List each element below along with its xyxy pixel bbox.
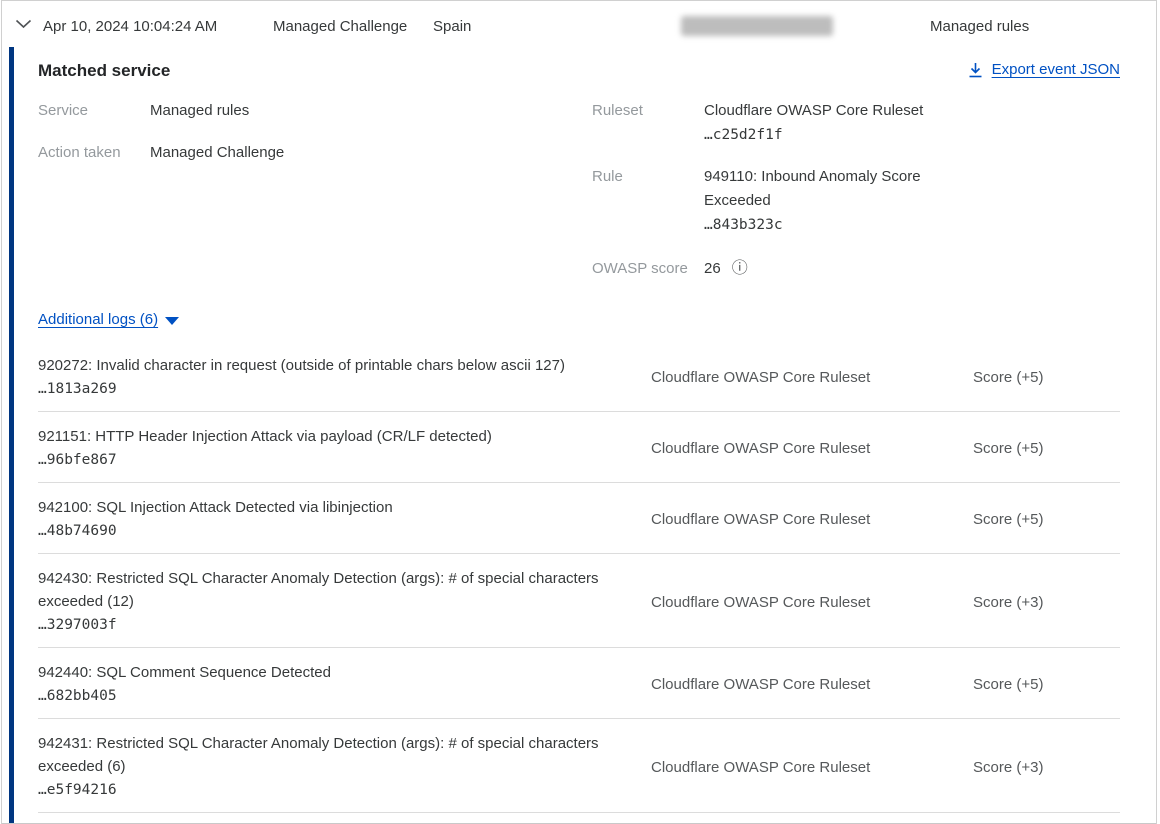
log-rule-description: 920272: Invalid character in request (ou…: [38, 354, 630, 377]
log-score: Score (+5): [973, 369, 1120, 386]
additional-logs-label: Additional logs (6): [38, 308, 158, 332]
export-event-json-link[interactable]: Export event JSON: [968, 59, 1120, 81]
additional-logs-toggle[interactable]: Additional logs (6): [38, 308, 179, 332]
log-rule-description: 942440: SQL Comment Sequence Detected: [38, 661, 630, 684]
log-rule-hash: …48b74690: [38, 519, 630, 543]
log-row: 942440: SQL Comment Sequence Detected …6…: [38, 648, 1120, 719]
ruleset-value: Cloudflare OWASP Core Ruleset: [704, 99, 923, 123]
event-action: Managed Challenge: [273, 18, 407, 35]
action-taken-value: Managed Challenge: [150, 141, 284, 165]
log-ruleset-name: Cloudflare OWASP Core Ruleset: [651, 369, 973, 386]
log-score: Score (+5): [973, 440, 1120, 457]
log-ruleset-name: Cloudflare OWASP Core Ruleset: [651, 594, 973, 611]
event-timestamp: Apr 10, 2024 10:04:24 AM: [43, 18, 217, 35]
expanded-row-accent-bar: [9, 47, 14, 823]
event-service: Managed rules: [930, 18, 1029, 35]
log-row: 942431: Restricted SQL Character Anomaly…: [38, 719, 1120, 813]
log-score: Score (+5): [973, 676, 1120, 693]
panel-title: Matched service: [38, 59, 170, 83]
log-rule-description: 942431: Restricted SQL Character Anomaly…: [38, 732, 630, 778]
log-ruleset-name: Cloudflare OWASP Core Ruleset: [651, 759, 973, 776]
action-taken-label: Action taken: [38, 141, 150, 165]
log-rule-hash: …1813a269: [38, 377, 630, 401]
log-ruleset-name: Cloudflare OWASP Core Ruleset: [651, 676, 973, 693]
event-summary-row[interactable]: Apr 10, 2024 10:04:24 AM Managed Challen…: [2, 1, 1156, 47]
additional-logs-list: 920272: Invalid character in request (ou…: [38, 341, 1120, 813]
log-row: 921151: HTTP Header Injection Attack via…: [38, 412, 1120, 483]
chevron-down-icon[interactable]: [15, 19, 32, 29]
export-link-label: Export event JSON: [992, 59, 1120, 81]
firewall-event-card: Apr 10, 2024 10:04:24 AM Managed Challen…: [1, 0, 1157, 824]
log-rule-hash: …96bfe867: [38, 448, 630, 472]
service-value: Managed rules: [150, 99, 249, 123]
owasp-score-label: OWASP score: [592, 257, 704, 281]
log-score: Score (+3): [973, 594, 1120, 611]
log-ruleset-name: Cloudflare OWASP Core Ruleset: [651, 511, 973, 528]
log-row: 942100: SQL Injection Attack Detected vi…: [38, 483, 1120, 554]
log-rule-description: 942430: Restricted SQL Character Anomaly…: [38, 567, 630, 613]
log-ruleset-name: Cloudflare OWASP Core Ruleset: [651, 440, 973, 457]
log-score: Score (+3): [973, 759, 1120, 776]
log-rule-hash: …3297003f: [38, 613, 630, 637]
log-rule-hash: …e5f94216: [38, 778, 630, 802]
service-label: Service: [38, 99, 150, 123]
ruleset-label: Ruleset: [592, 99, 704, 147]
event-country: Spain: [433, 18, 471, 35]
log-rule-description: 921151: HTTP Header Injection Attack via…: [38, 425, 630, 448]
log-score: Score (+5): [973, 511, 1120, 528]
log-row: 920272: Invalid character in request (ou…: [38, 341, 1120, 412]
owasp-score-value: 26: [704, 257, 721, 281]
log-row: 942430: Restricted SQL Character Anomaly…: [38, 554, 1120, 648]
rule-label: Rule: [592, 165, 704, 237]
log-rule-hash: …682bb405: [38, 684, 630, 708]
rule-value: 949110: Inbound Anomaly Score Exceeded: [704, 165, 942, 213]
event-detail-panel: Matched service Export event JSON Servic…: [2, 47, 1156, 824]
ruleset-hash: …c25d2f1f: [704, 123, 923, 147]
download-icon: [968, 62, 983, 78]
log-rule-description: 942100: SQL Injection Attack Detected vi…: [38, 496, 630, 519]
rule-hash: …843b323c: [704, 213, 942, 237]
info-icon[interactable]: ⓘ: [732, 261, 748, 277]
caret-down-icon: [165, 317, 179, 325]
redacted-host-value: [681, 16, 833, 36]
